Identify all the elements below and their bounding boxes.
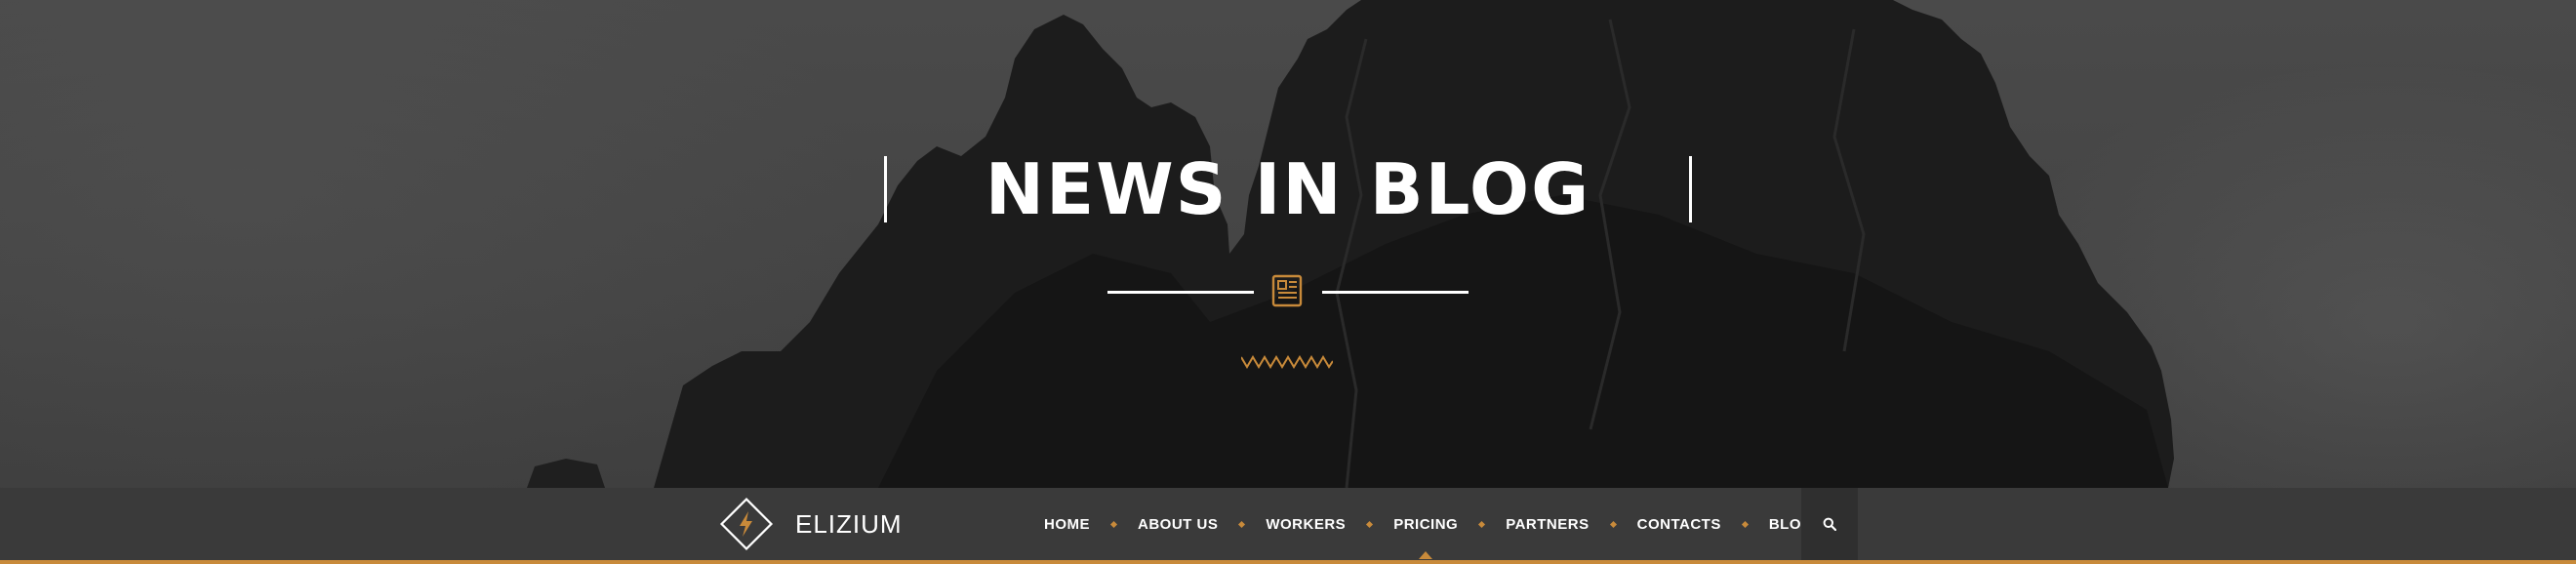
- nav-separator: [1109, 520, 1118, 528]
- newspaper-icon: [1271, 274, 1303, 307]
- nav-separator: [1609, 520, 1617, 528]
- nav-item-partners[interactable]: PARTNERS: [1506, 516, 1589, 533]
- lightning-diamond-icon[interactable]: [716, 494, 777, 554]
- nav-separator: [1366, 520, 1374, 528]
- nav-item-workers[interactable]: WORKERS: [1266, 516, 1346, 533]
- rock-silhouette-image: [527, 0, 2174, 488]
- search-button[interactable]: [1801, 488, 1858, 560]
- nav-item-contacts[interactable]: CONTACTS: [1637, 516, 1721, 533]
- nav-item-home[interactable]: HOME: [1044, 516, 1090, 533]
- search-icon: [1823, 517, 1836, 531]
- divider-right: [1322, 291, 1469, 294]
- nav-item-pricing[interactable]: PRICING: [1393, 515, 1459, 559]
- divider-left: [1107, 291, 1254, 294]
- active-indicator: [1419, 550, 1433, 559]
- nav-separator: [1741, 520, 1749, 528]
- hero-banner: NEWS IN BLOG: [0, 0, 2576, 488]
- nav-item-about-us[interactable]: ABOUT US: [1138, 516, 1218, 533]
- nav-separator: [1238, 520, 1246, 528]
- nav-item-pricing-label: PRICING: [1393, 515, 1459, 533]
- nav-separator: [1478, 520, 1486, 528]
- page-title: NEWS IN BLOG: [985, 148, 1591, 230]
- navbar-accent-line: [0, 560, 2576, 564]
- brand-name[interactable]: ELIZIUM: [795, 506, 903, 542]
- nav-menu: HOME ABOUT US WORKERS PRICING PARTNERS C…: [1044, 488, 1813, 560]
- zigzag-ornament: [1241, 355, 1333, 369]
